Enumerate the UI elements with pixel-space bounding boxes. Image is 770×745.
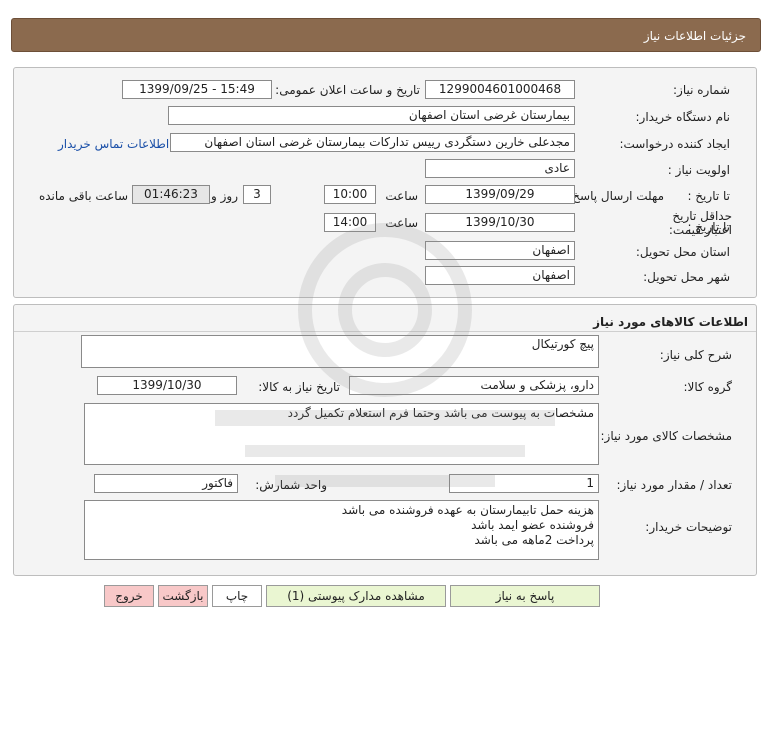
reply-deadline-label: مهلت ارسال پاسخ: [568,189,664,203]
goods-group-field: دارو، پزشکی و سلامت [349,376,599,395]
days-label: روز و [211,189,238,203]
print-button[interactable]: چاپ [212,585,262,607]
need-number-label: شماره نیاز: [673,83,730,97]
validity-time-field: 14:00 [324,213,376,232]
spec-label: مشخصات کالای مورد نیاز: [600,429,732,443]
reply-to-date-label: تا تاریخ : [687,189,730,203]
need-details-panel [13,67,757,298]
buyer-org-label: نام دستگاه خریدار: [635,110,731,124]
reply-to-need-button[interactable]: پاسخ به نیاز [450,585,600,607]
validity-time-label: ساعت [385,216,418,230]
spec-field: مشخصات به پیوست می باشد وحتما فرم استعلا… [84,403,599,465]
announce-datetime-field: 1399/09/25 - 15:49 [122,80,272,99]
validity-date-field: 1399/10/30 [425,213,575,232]
creator-label: ایجاد کننده درخواست: [619,137,730,151]
reply-date-field: 1399/09/29 [425,185,575,204]
province-field: اصفهان [425,241,575,260]
summary-label: شرح کلی نیاز: [659,348,732,362]
back-button[interactable]: بازگشت [158,585,208,607]
view-attachments-button[interactable]: مشاهده مدارک پیوستی (1) [266,585,446,607]
quantity-field: 1 [449,474,599,493]
priority-field: عادی [425,159,575,178]
unit-label: واحد شمارش: [255,478,327,492]
remaining-time-label: ساعت باقی مانده [38,189,128,203]
city-label: شهر محل تحویل: [643,270,730,284]
section-divider [14,331,756,332]
quantity-label: تعداد / مقدار مورد نیاز: [616,478,732,492]
buyer-notes-label: توضیحات خریدار: [645,520,732,534]
reply-time-field: 10:00 [324,185,376,204]
buyer-notes-field: هزینه حمل تابیمارستان به عهده فروشنده می… [84,500,599,560]
remaining-time-field: 01:46:23 [132,185,210,204]
need-date-label: تاریخ نیاز به کالا: [258,380,340,394]
goods-section-title: اطلاعات کالاهای مورد نیاز [593,315,748,329]
validity-to-date-label: تا تاریخ : [687,220,730,234]
city-field: اصفهان [425,266,575,285]
page-title: جزئیات اطلاعات نیاز [643,29,746,43]
need-date-field: 1399/10/30 [97,376,237,395]
days-remaining-field: 3 [243,185,271,204]
unit-field: فاکتور [94,474,238,493]
exit-button[interactable]: خروج [104,585,154,607]
buyer-contact-link[interactable]: اطلاعات تماس خریدار [58,137,169,151]
page-header: جزئیات اطلاعات نیاز [11,18,761,52]
need-number-field: 1299004601000468 [425,80,575,99]
creator-field: مجدعلی خارین دستگردی رییس تدارکات بیمارس… [170,133,575,152]
goods-group-label: گروه کالا: [683,380,733,394]
announce-label: تاریخ و ساعت اعلان عمومی: [275,83,420,97]
buyer-org-field: بیمارستان غرضی استان اصفهان [168,106,575,125]
priority-label: اولویت نیاز : [667,163,730,177]
summary-field: پیچ کورتیکال [81,335,599,368]
province-label: استان محل تحویل: [635,245,730,259]
reply-time-label: ساعت [385,189,418,203]
